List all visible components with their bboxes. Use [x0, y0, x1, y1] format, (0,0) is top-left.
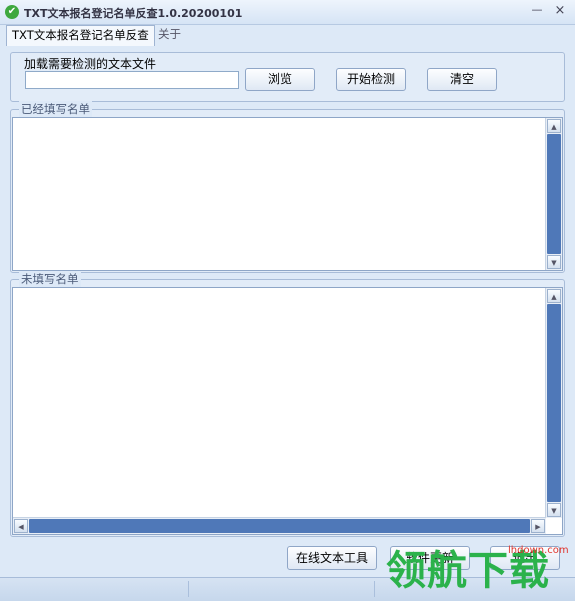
- unfilled-vscrollbar[interactable]: ▲ ▼: [545, 288, 562, 518]
- unfilled-list-title: 未填写名单: [19, 271, 81, 287]
- scroll-right-icon[interactable]: ▶: [531, 519, 545, 533]
- filled-listbox[interactable]: ▲ ▼: [12, 117, 563, 271]
- title-bar: ✔ TXT文本报名登记名单反查1.0.20200101 — ×: [0, 0, 575, 25]
- minimize-icon[interactable]: —: [530, 3, 544, 19]
- close-icon[interactable]: ×: [552, 3, 568, 19]
- load-section-label: 加载需要检测的文本文件: [24, 57, 157, 71]
- status-segment: [190, 581, 375, 597]
- filled-list-title: 已经填写名单: [19, 101, 92, 117]
- unfilled-hscrollbar[interactable]: ◀ ▶: [13, 517, 546, 534]
- status-segment: [0, 581, 189, 597]
- check-circle-icon: ✔: [5, 5, 19, 19]
- browse-button[interactable]: 浏览: [245, 68, 315, 91]
- window-title: TXT文本报名登记名单反查1.0.20200101: [24, 7, 243, 20]
- tab-main[interactable]: TXT文本报名登记名单反查: [6, 25, 155, 46]
- scroll-thumb[interactable]: [29, 519, 530, 533]
- file-path-input[interactable]: [25, 71, 239, 89]
- tab-about[interactable]: 关于: [153, 25, 186, 44]
- unfilled-listbox[interactable]: ▲ ▼ ◀ ▶: [12, 287, 563, 535]
- start-check-button[interactable]: 开始检测: [336, 68, 406, 91]
- scroll-up-icon[interactable]: ▲: [547, 119, 561, 133]
- scroll-thumb[interactable]: [547, 304, 561, 502]
- scroll-left-icon[interactable]: ◀: [14, 519, 28, 533]
- clear-button[interactable]: 清空: [427, 68, 497, 91]
- watermark-domain: lhdown.com: [508, 545, 569, 556]
- scroll-thumb[interactable]: [547, 134, 561, 254]
- scroll-down-icon[interactable]: ▼: [547, 503, 561, 517]
- watermark: 领航下载 lhdown.com: [386, 543, 575, 600]
- scroll-up-icon[interactable]: ▲: [547, 289, 561, 303]
- online-text-tools-button[interactable]: 在线文本工具: [287, 546, 377, 570]
- scroll-down-icon[interactable]: ▼: [547, 255, 561, 269]
- filled-vscrollbar[interactable]: ▲ ▼: [545, 118, 562, 270]
